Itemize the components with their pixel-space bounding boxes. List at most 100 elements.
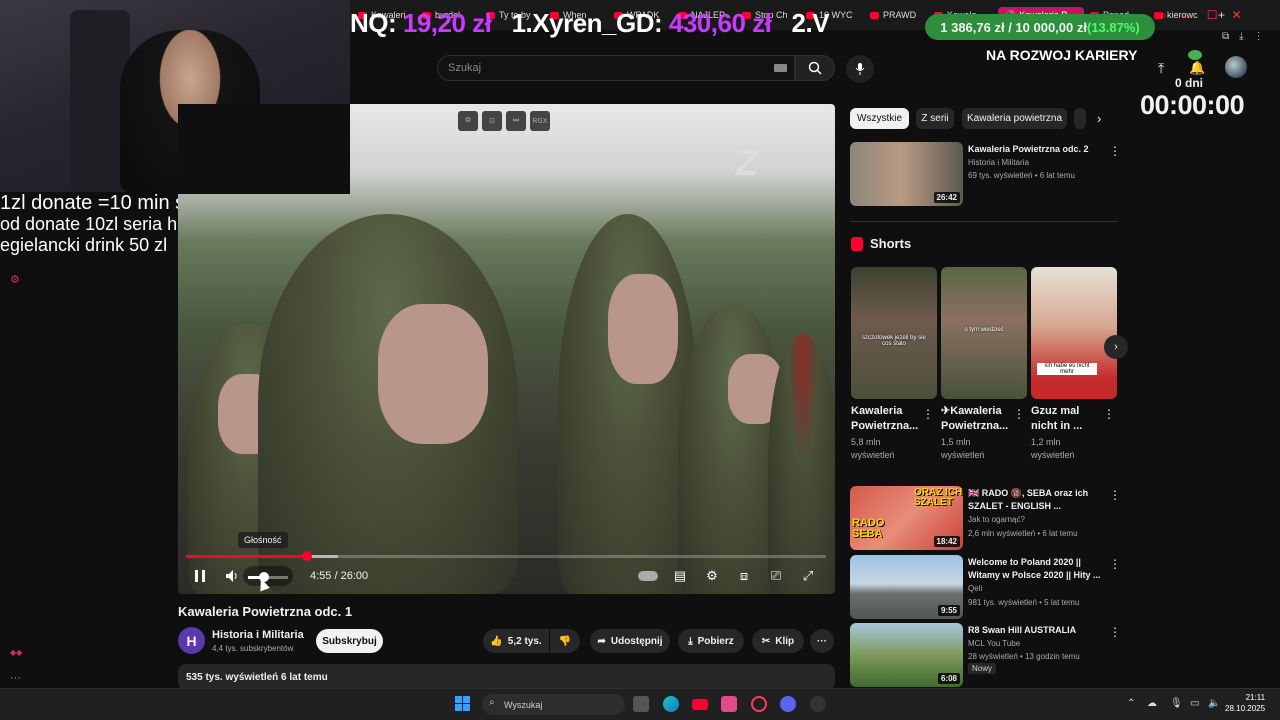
- clock-time: 21:11: [1245, 693, 1266, 702]
- popout-icon: ⧉: [458, 111, 478, 131]
- duration-badge: 26:42: [933, 192, 960, 203]
- obs-icon[interactable]: [810, 696, 826, 712]
- search-button[interactable]: [795, 55, 835, 81]
- video-thumbnail[interactable]: 9:55: [850, 555, 963, 619]
- goal-text: 1 386,76 zł / 10 000,00 zł: [940, 19, 1087, 35]
- recommended-title: R8 Swan Hill AUSTRALIA: [968, 625, 1077, 635]
- frog-emote-icon: [1188, 50, 1202, 60]
- skip-icon: ⏭: [506, 111, 526, 131]
- channel-avatar[interactable]: H: [178, 627, 205, 654]
- cast-button[interactable]: ⎚: [766, 566, 786, 586]
- left-overlay-panel: [0, 192, 178, 688]
- recommended-channel: Historia i Militaria: [968, 158, 1029, 167]
- speaker-icon[interactable]: 🔈: [1208, 698, 1220, 709]
- app-icon[interactable]: [721, 696, 737, 712]
- window-controls[interactable]: ⌕ — ☐ ✕: [1160, 8, 1242, 23]
- chip-partial[interactable]: [1074, 108, 1086, 129]
- video-thumbnail[interactable]: 26:42: [850, 142, 963, 206]
- share-icon: ➦: [597, 635, 606, 647]
- browser-toolbar-icons[interactable]: ⧉ ⤓ ⋮: [1222, 31, 1264, 42]
- edge-icon[interactable]: [663, 696, 679, 712]
- share-button[interactable]: ➦ Udostępnij: [590, 629, 670, 653]
- short-title[interactable]: Kawaleria Powietrzna...: [851, 404, 923, 434]
- overlay-gear-icon: ⚙: [10, 274, 20, 286]
- recommended-meta: 2,6 mln wyświetleń • 6 lat temu: [968, 529, 1078, 538]
- search-input[interactable]: Szukaj: [437, 55, 795, 81]
- download-button[interactable]: ⤓ Pobierz: [678, 629, 744, 653]
- chip-all[interactable]: Wszystkie: [850, 108, 909, 129]
- fullscreen-button[interactable]: ⤢: [798, 566, 818, 586]
- settings-button[interactable]: ⚙: [702, 566, 722, 586]
- shorts-logo-icon: [851, 236, 863, 251]
- short-more-icon[interactable]: ⋮: [1103, 407, 1115, 421]
- short-more-icon[interactable]: ⋮: [922, 407, 934, 421]
- microphone-icon: [855, 63, 865, 75]
- volume-icon: [226, 570, 237, 582]
- more-icon: ⋮: [1109, 144, 1121, 158]
- short-title[interactable]: ✈Kawaleria Powietrzna...: [941, 404, 1013, 434]
- short-more-icon[interactable]: ⋮: [1013, 407, 1025, 421]
- chips-next-icon[interactable]: ›: [1097, 111, 1101, 126]
- voice-search-button[interactable]: [846, 55, 874, 83]
- cloud-icon[interactable]: ☁: [1147, 698, 1157, 709]
- subscribe-button[interactable]: Subskrybuj: [316, 629, 383, 653]
- windows-start-icon[interactable]: [455, 696, 470, 711]
- recommended-video[interactable]: 6:08 R8 Swan Hill AUSTRALIA MCL You Tube…: [850, 623, 1121, 687]
- ticker-amount: 430,60 zł: [668, 8, 772, 38]
- chip-kawaleria[interactable]: Kawaleria powietrzna: [962, 108, 1067, 129]
- seek-handle[interactable]: [302, 551, 312, 561]
- notifications-bell-icon[interactable]: 🔔: [1189, 60, 1205, 76]
- like-button[interactable]: 👍 5,2 tys.: [483, 629, 549, 653]
- ticker-text: NQ:: [350, 8, 403, 38]
- account-avatar[interactable]: [1225, 56, 1247, 78]
- tray-chevron-icon[interactable]: ⌃: [1127, 698, 1135, 709]
- network-icon[interactable]: ▭: [1190, 698, 1199, 709]
- mic-tray-icon[interactable]: 🎙: [1170, 698, 1183, 709]
- video-extension-buttons[interactable]: ⧉ ⊡ ⏭ RGX: [458, 111, 550, 131]
- clip-button[interactable]: ✂ Klip: [752, 629, 804, 653]
- video-thumbnail[interactable]: 6:08: [850, 623, 963, 687]
- discord-icon[interactable]: [780, 696, 796, 712]
- more-icon: ⋮: [1109, 488, 1121, 502]
- autoplay-toggle[interactable]: [637, 566, 659, 586]
- chip-series[interactable]: Z serii: [916, 108, 954, 129]
- short-thumbnail[interactable]: szczotowek jezeli by sie cos stalo: [851, 267, 937, 399]
- pause-button[interactable]: [190, 566, 210, 586]
- opera-icon[interactable]: [751, 696, 767, 712]
- youtube-icon[interactable]: [692, 699, 708, 710]
- recommended-video[interactable]: RADO SEBA ORAZ ICH SZALET 18:42 🇬🇧 RADO 🔞,…: [850, 486, 1121, 550]
- short-thumbnail[interactable]: o tym wiedzieć: [941, 267, 1027, 399]
- mute-button[interactable]: [224, 566, 242, 586]
- dislike-button[interactable]: 👎: [550, 629, 580, 653]
- miniplayer-button[interactable]: ⧈: [734, 566, 754, 586]
- ticker-text: 2.V: [791, 8, 830, 38]
- upload-icon[interactable]: ⤒: [1158, 60, 1164, 77]
- ticker-amount: 19,20 zł: [402, 8, 492, 38]
- short-thumbnail[interactable]: ich habe es nicht mehr: [1031, 267, 1117, 399]
- channel-name[interactable]: Historia i Militaria: [212, 629, 304, 641]
- more-icon: ⋮: [1109, 557, 1121, 571]
- overlay-more-icon: ···: [10, 672, 21, 684]
- recommended-meta: 69 tys. wyświetleń • 6 lat temu: [968, 171, 1075, 180]
- video-title: Kawaleria Powietrzna odc. 1: [178, 604, 353, 619]
- keyboard-icon[interactable]: [774, 64, 787, 72]
- recommended-channel: MCL You Tube: [968, 639, 1021, 648]
- subtitles-button[interactable]: ▤: [670, 566, 690, 586]
- recommended-video[interactable]: 26:42 Kawaleria Powietrzna odc. 2 Histor…: [850, 142, 1121, 206]
- task-view-icon[interactable]: [633, 696, 649, 712]
- recommended-video[interactable]: 9:55 Welcome to Poland 2020 || Witamy w P…: [850, 555, 1121, 619]
- subscriber-count: 4,4 tys. subskrybentów: [212, 644, 294, 653]
- short-title[interactable]: Gzuz mal nicht in ...: [1031, 404, 1103, 434]
- career-goal-label: NA ROZWOJ KARIERY: [986, 47, 1138, 63]
- description-box[interactable]: 535 tys. wyświetleń 6 lat temu: [178, 664, 835, 690]
- search-icon: [808, 61, 822, 75]
- shorts-next-button[interactable]: ›: [1104, 335, 1128, 359]
- taskbar-clock[interactable]: 21:11 28.10.2025: [1225, 693, 1265, 715]
- volume-tooltip: Głośność: [238, 532, 288, 548]
- more-actions-button[interactable]: ···: [810, 629, 834, 653]
- taskbar-search[interactable]: Wyszukaj: [482, 694, 625, 715]
- overlay-logo-icon: ◆◆: [10, 648, 23, 657]
- video-thumbnail[interactable]: RADO SEBA ORAZ ICH SZALET 18:42: [850, 486, 963, 550]
- menu-icon: ⋮: [1253, 31, 1264, 42]
- scissors-icon: ✂: [761, 635, 771, 647]
